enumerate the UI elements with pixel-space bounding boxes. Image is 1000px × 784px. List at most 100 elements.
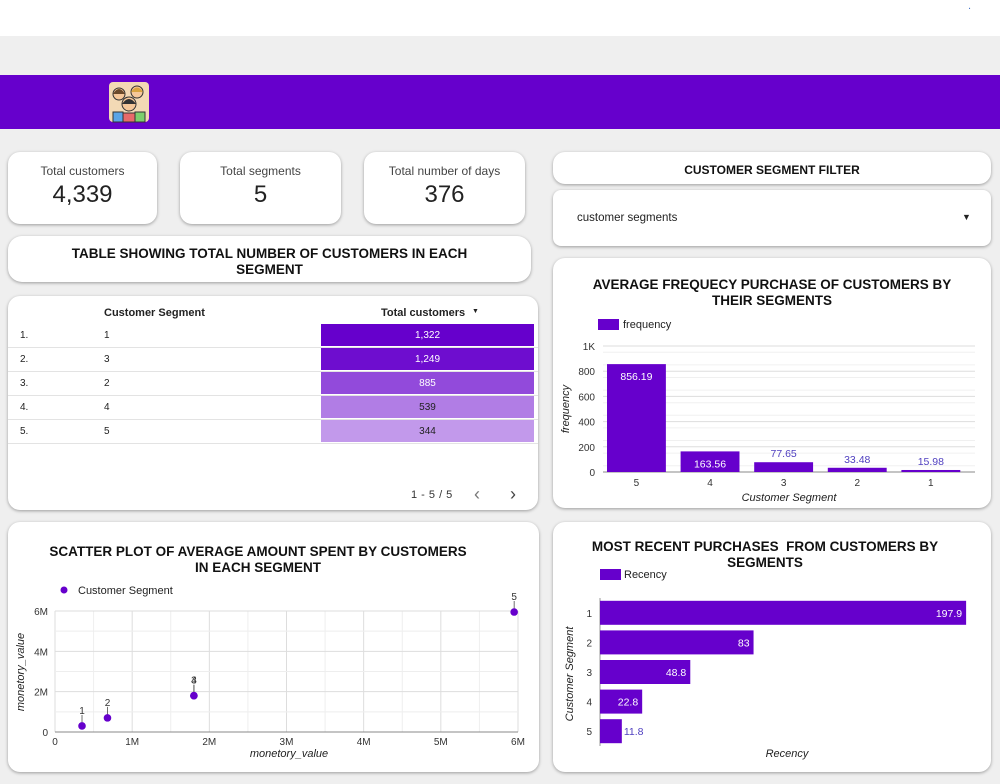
data-label: 15.98 [918,456,944,468]
x-axis-label: Customer Segment [742,492,838,504]
table-row[interactable]: 5. 5 344 [8,419,538,443]
point-label: 2 [105,698,111,709]
y-tick-label: 1K [583,342,596,353]
x-tick-label: 0 [52,737,58,748]
row-segment: 1 [104,330,110,341]
chart-title-line2: SEGMENTS [727,555,803,570]
data-label: 48.8 [666,667,687,679]
legend-label: Customer Segment [78,585,173,597]
x-tick-label: 2 [854,478,860,489]
legend-label: Recency [624,569,667,581]
chart-title: SCATTER PLOT OF AVERAGE AMOUNT SPENT BY … [49,544,466,559]
row-total: 539 [419,402,436,413]
point-label: 5 [511,592,517,603]
dashboard-title: CUSTOMER SEGMENTATION OF ONLINE RETAIL S… [163,11,871,40]
row-segment: 2 [104,378,110,389]
y-tick-label: 2M [34,688,48,699]
bar [901,469,961,472]
data-label: 163.56 [694,458,726,470]
row-total: 1,322 [414,330,441,341]
x-tick-label: 1 [928,478,934,489]
x-tick-label: 6M [511,737,525,748]
table-header-segment[interactable]: Customer Segment [104,307,205,319]
dropdown-selected-value[interactable]: customer segments [577,212,677,224]
table-row[interactable]: 4. 4 539 [8,395,538,419]
legend-swatch [600,569,621,580]
y-tick-label: 600 [578,392,595,403]
chart-title-line2: IN EACH SEGMENT [195,560,322,575]
y-tick-label: 2 [586,638,592,649]
kpi-label: Total number of days [388,164,501,178]
data-label: 197.9 [936,608,962,620]
kpi-label: Total segments [220,164,301,178]
x-tick-label: 3M [280,737,294,748]
recency-chart: MOST RECENT PURCHASES FROM CUSTOMERS BYS… [564,539,967,760]
data-label: 11.8 [624,726,644,738]
x-tick-label: 4M [357,737,371,748]
pagination-text: 1 - 5 / 5 [411,489,453,501]
filter-title: CUSTOMER SEGMENT FILTER [684,163,860,177]
y-tick-label: 0 [42,728,48,739]
customer-group-icon [109,82,149,123]
row-segment: 4 [104,402,110,413]
prev-page-icon[interactable]: ‹ [474,484,480,505]
row-index: 5. [20,426,29,437]
x-tick-label: 1M [125,737,139,748]
row-index: 1. [20,330,29,341]
table-title: TABLE SHOWING TOTAL NUMBER OF CUSTOMERS … [71,246,468,277]
row-segment: 5 [104,426,110,437]
table-row[interactable]: 2. 3 1,249 [8,347,538,371]
row-total: 1,249 [414,354,441,365]
data-label: 33.48 [844,454,870,466]
x-axis-label: monetory_value [250,748,328,760]
table-header-total[interactable]: Total customers [381,307,465,319]
kpi-card-total-segments: Total segments 5 [180,152,341,224]
table-row[interactable]: 3. 2 885 [8,371,538,395]
point-label: 4 [191,676,197,687]
data-label: 77.65 [770,448,796,460]
point-label: 1 [79,706,85,717]
y-tick-label: 1 [586,609,592,620]
row-index: 2. [20,354,29,365]
kpi-card-total-days: Total number of days 376 [364,152,525,224]
row-total: 344 [419,426,436,437]
table-title-card: TABLE SHOWING TOTAL NUMBER OF CUSTOMERS … [8,236,531,282]
chart-title: MOST RECENT PURCHASES FROM CUSTOMERS BY [592,539,938,554]
bar [600,600,967,625]
data-label: 22.8 [618,697,639,709]
row-total: 885 [419,378,436,389]
bar [600,630,754,655]
scatter-chart: SCATTER PLOT OF AVERAGE AMOUNT SPENT BY … [15,544,525,760]
table-row[interactable]: 1. 1 1,322 [8,323,538,347]
y-tick-label: 800 [578,367,595,378]
y-axis-label: frequency [560,383,572,433]
y-tick-label: 200 [578,443,595,454]
scatter-point [78,722,86,730]
row-segment: 3 [104,354,110,365]
row-divider [8,443,538,444]
chart-title: AVERAGE FREQUECY PURCHASE OF CUSTOMERS B… [593,277,952,292]
x-tick-label: 5M [434,737,448,748]
legend-swatch [598,319,619,330]
scatter-point [510,608,518,616]
sort-desc-icon[interactable]: ▼ [472,308,479,315]
row-index: 4. [20,402,29,413]
x-tick-label: 5 [634,478,640,489]
legend-marker [60,586,68,594]
menu-dot-icon: . [968,0,972,12]
y-tick-label: 0 [589,468,595,479]
chevron-down-icon[interactable]: ▼ [962,212,971,222]
scatter-point [190,691,198,700]
next-page-icon[interactable]: › [510,484,516,505]
data-label: 856.19 [620,371,652,383]
scatter-point [103,714,112,722]
kpi-value: 4,339 [52,181,113,208]
kpi-value: 376 [424,181,465,208]
y-tick-label: 5 [586,727,592,738]
y-tick-label: 6M [34,607,48,618]
x-tick-label: 2M [202,737,216,748]
chart-title-line2: THEIR SEGMENTS [712,293,832,308]
legend-label: frequency [623,319,672,331]
y-tick-label: 4 [586,698,592,709]
data-label: 83 [738,637,750,649]
